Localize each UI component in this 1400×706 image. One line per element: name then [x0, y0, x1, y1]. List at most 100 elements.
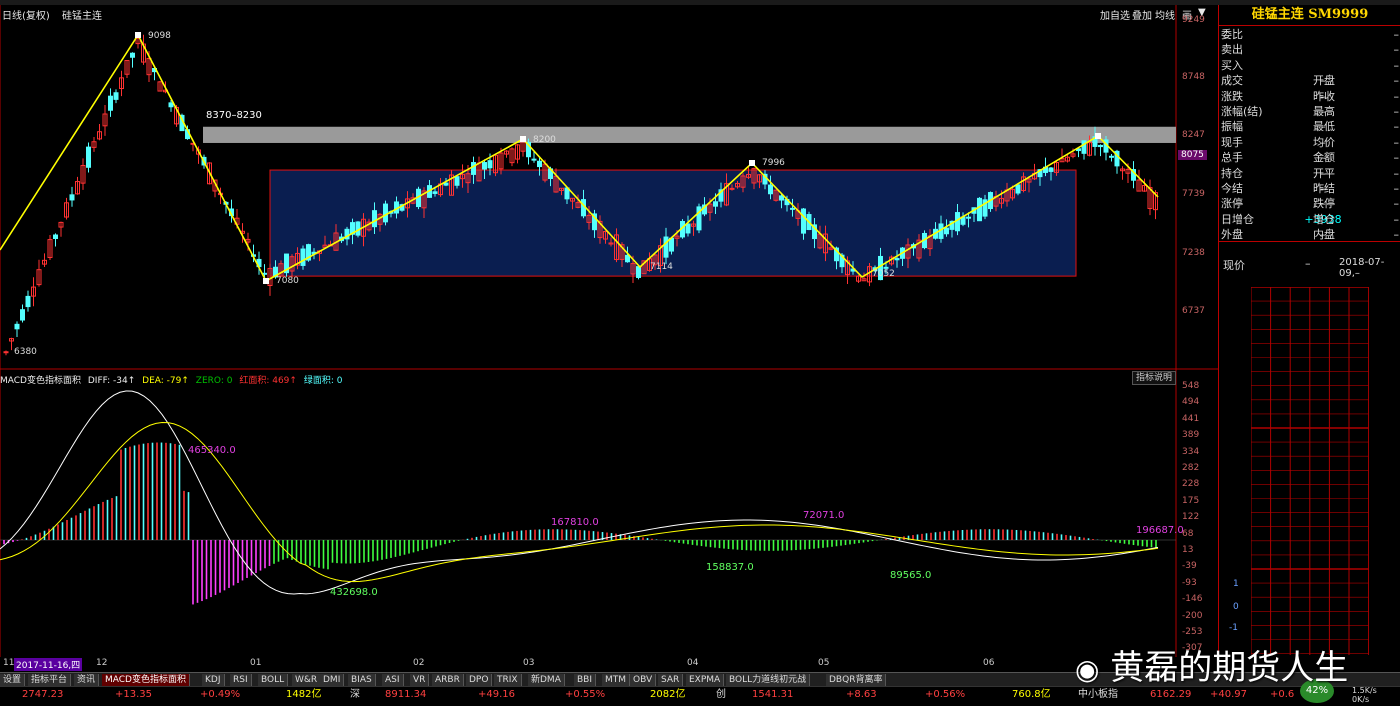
- tab-13[interactable]: DPO: [466, 674, 493, 686]
- tab-1[interactable]: 指标平台: [28, 674, 72, 686]
- candle-down: [20, 309, 25, 321]
- candle-down: [636, 266, 641, 278]
- area-label: 158837.0: [706, 562, 754, 573]
- candle-down: [1098, 144, 1103, 148]
- sh-index-value: 2747.23: [22, 689, 64, 700]
- tab-10[interactable]: ASI: [382, 674, 404, 686]
- tab-7[interactable]: W&R: [292, 674, 322, 686]
- high-annotation: 9098: [148, 31, 171, 41]
- sz-index-value: 8911.34: [385, 689, 427, 700]
- swing-low-label: 7080: [276, 276, 299, 286]
- quote-label: 买入: [1221, 58, 1243, 72]
- sz-index-amount: 2082亿: [650, 689, 686, 700]
- quote-row: 今结 – 昨结 –: [1219, 181, 1400, 196]
- tab-14[interactable]: TRIX: [494, 674, 522, 686]
- tab-9[interactable]: BIAS: [348, 674, 376, 686]
- tab-17[interactable]: MTM: [602, 674, 631, 686]
- area-label: 89565.0: [890, 570, 932, 581]
- swing-marker: [263, 278, 269, 284]
- tab-21[interactable]: BOLL力道线初元战: [726, 674, 811, 686]
- quote-value: –: [1393, 28, 1400, 41]
- tab-20[interactable]: EXPMA: [686, 674, 725, 686]
- tab-2[interactable]: 资讯: [74, 674, 100, 686]
- candle-down: [768, 184, 773, 195]
- quote-label: 卖出: [1221, 43, 1243, 57]
- tab-5[interactable]: RSI: [230, 674, 252, 686]
- quote-right-label: 均价: [1313, 135, 1335, 149]
- tab-0[interactable]: 设置: [0, 674, 26, 686]
- candle-down: [487, 160, 493, 169]
- candle-down: [168, 102, 174, 108]
- kline-and-indicator-svg[interactable]: [0, 5, 1218, 657]
- quote-value: –: [1393, 197, 1400, 211]
- grid-label: 0: [1233, 602, 1239, 612]
- candle-down: [113, 92, 119, 100]
- quote-label: 持仓: [1221, 166, 1243, 180]
- time-label: 02: [413, 658, 425, 668]
- swing-marker: [520, 136, 526, 142]
- now-price-value: –: [1305, 257, 1311, 270]
- candle-down: [383, 203, 388, 223]
- tab-15[interactable]: 新DMA: [528, 674, 565, 686]
- tab-4[interactable]: KDJ: [202, 674, 225, 686]
- candle-down: [977, 197, 982, 222]
- indicator-header: MACD变色指标面积 DIFF: -34↑ DEA: -79↑ ZERO: 0 …: [0, 373, 1218, 386]
- sh-index-pct: +0.49%: [200, 689, 241, 700]
- area-label: 196687.0: [1136, 525, 1184, 536]
- indicator-tick: 494: [1182, 397, 1200, 408]
- candle-down: [801, 208, 806, 234]
- overlay-button[interactable]: 叠加: [1132, 7, 1152, 22]
- indicator-help-button[interactable]: 指标说明: [1132, 371, 1177, 385]
- chart-mode-label: 日线(复权): [2, 11, 50, 22]
- tab-19[interactable]: SAR: [658, 674, 684, 686]
- quote-right-label: 内盘: [1313, 228, 1335, 242]
- tab-6[interactable]: BOLL: [258, 674, 289, 686]
- ma-button[interactable]: 均线: [1155, 7, 1175, 22]
- quote-value: –: [1393, 182, 1400, 195]
- price-tick: 7238: [1182, 248, 1205, 258]
- candle-down: [432, 191, 438, 194]
- tab-8[interactable]: DMI: [320, 674, 345, 686]
- quote-row: 委比 –: [1219, 27, 1400, 42]
- swing-high-label: 7996: [762, 158, 785, 168]
- quote-value: –: [1393, 89, 1400, 103]
- resistance-band-label: 8370–8230: [206, 110, 262, 121]
- time-label: 01: [250, 658, 262, 668]
- cy-index-value: 1541.31: [752, 689, 794, 700]
- quote-value: –: [1393, 74, 1400, 88]
- quote-row: 涨跌 – 昨收 –: [1219, 89, 1400, 104]
- quote-value: –: [1393, 151, 1400, 165]
- sz-index-pct: +0.55%: [565, 689, 606, 700]
- quote-label: 总手: [1221, 151, 1243, 165]
- add-self-button[interactable]: 加自选: [1100, 7, 1130, 22]
- tick-grid: [1251, 287, 1369, 655]
- tab-22[interactable]: DBQR背离率: [826, 674, 887, 686]
- candle-down: [779, 195, 784, 201]
- indicator-tick: 548: [1182, 381, 1200, 391]
- tab-12[interactable]: ARBR: [432, 674, 464, 686]
- time-axis: 11 2017-11-16,四 12 01 02 03 04 05 06: [0, 657, 1218, 672]
- diff-value: -34↑: [113, 376, 136, 386]
- swing-marker: [135, 32, 141, 38]
- tab-16[interactable]: BBI: [574, 674, 597, 686]
- candle-up: [3, 351, 9, 354]
- quote-value: –: [1393, 166, 1400, 180]
- quote-row: 持仓 – 开平 –: [1219, 166, 1400, 181]
- candle-down: [966, 216, 971, 219]
- candle-down: [944, 227, 949, 235]
- chart-area[interactable]: 日线(复权) 硅锰主连 加自选 叠加 均线 画 ▼ 9249 8748 8247…: [0, 5, 1218, 670]
- grid-label: 1: [1233, 579, 1239, 589]
- tab-3[interactable]: MACD变色指标面积: [102, 674, 190, 686]
- tab-11[interactable]: VR: [410, 674, 430, 686]
- area-label: 465340.0: [188, 445, 236, 456]
- cy-index-change: +8.63: [846, 689, 877, 700]
- cy-index-label: 创: [716, 689, 726, 700]
- quote-row: 振幅 – 最低 –: [1219, 119, 1400, 134]
- candle-up: [729, 187, 735, 190]
- weibo-watermark: ◉ 黄磊的期货人生: [1075, 640, 1395, 688]
- quote-right-label: 开盘: [1313, 74, 1335, 88]
- quote-label: 成交: [1221, 74, 1243, 88]
- candle-down: [471, 162, 476, 175]
- tab-18[interactable]: OBV: [630, 674, 657, 686]
- sz-index-label: 深: [350, 689, 360, 700]
